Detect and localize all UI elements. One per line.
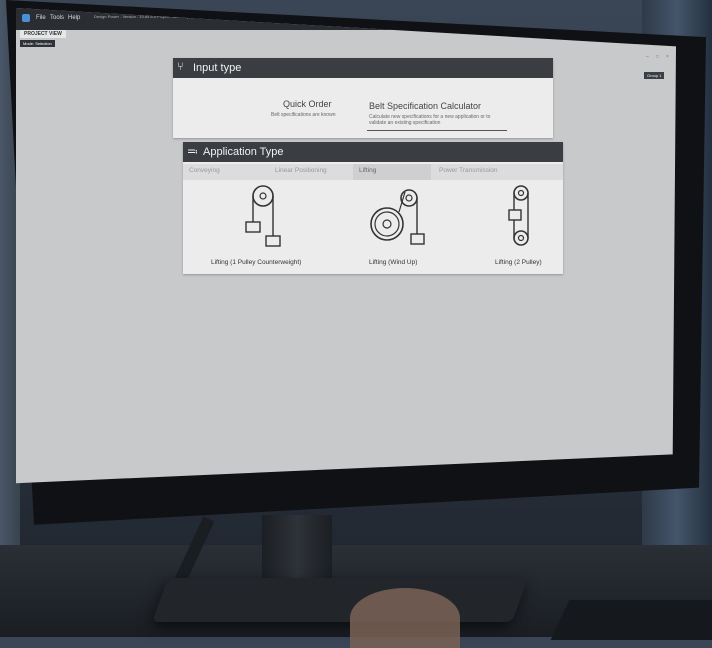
tab-lifting[interactable]: Lifting <box>359 167 376 174</box>
input-type-panel: ⑂ Input type Quick Order Belt specificat… <box>173 58 553 138</box>
application-tabs: Conveying Linear Positioning Lifting Pow… <box>183 164 563 180</box>
group-button[interactable]: Group 1 <box>644 72 665 79</box>
mode-selection-badge: Mode: Selection <box>20 40 55 47</box>
list-filter-icon: ≕ <box>187 146 198 158</box>
keyboard <box>550 600 712 640</box>
calculator-desc-line2: validate an existing specification <box>369 120 441 126</box>
menu-file[interactable]: File <box>36 15 46 21</box>
application-type-panel: ≕ Application Type Conveying Linear Posi… <box>183 142 563 274</box>
hand <box>350 588 460 648</box>
menu-help[interactable]: Help <box>68 15 80 21</box>
wind-up-diagram[interactable] <box>369 184 439 250</box>
quick-order-desc: Belt specifications are known <box>271 112 336 118</box>
input-type-header: ⑂ Input type <box>173 58 553 78</box>
card-label-2-pulley[interactable]: Lifting (2 Pulley) <box>495 259 542 266</box>
application-type-header: ≕ Application Type <box>183 142 563 162</box>
tab-conveying[interactable]: Conveying <box>189 167 220 174</box>
maximize-icon[interactable]: □ <box>656 54 659 60</box>
pulley-counterweight-diagram[interactable] <box>235 184 295 250</box>
minimize-icon[interactable]: – <box>646 54 649 60</box>
fork-icon: ⑂ <box>177 61 184 73</box>
calculator-selected-underline <box>367 130 507 131</box>
card-label-1-pulley-counterweight[interactable]: Lifting (1 Pulley Counterweight) <box>211 259 301 266</box>
monitor-stand-base <box>151 578 529 622</box>
quick-order-title[interactable]: Quick Order <box>283 99 332 109</box>
calculator-title[interactable]: Belt Specification Calculator <box>369 101 481 111</box>
card-label-wind-up[interactable]: Lifting (Wind Up) <box>369 259 417 266</box>
input-type-heading: Input type <box>193 62 242 74</box>
project-view-tab[interactable]: PROJECT VIEW <box>20 30 66 38</box>
close-icon[interactable]: × <box>666 54 669 60</box>
monitor-stand-neck <box>262 515 332 585</box>
app-screen: File Tools Help Design Power - Version -… <box>16 8 676 484</box>
app-icon <box>22 14 30 22</box>
menu-tools[interactable]: Tools <box>50 15 64 21</box>
application-type-heading: Application Type <box>203 146 284 158</box>
tab-linear-positioning[interactable]: Linear Positioning <box>275 167 327 174</box>
two-pulley-diagram[interactable] <box>501 184 541 250</box>
tab-power-transmission[interactable]: Power Transmission <box>439 167 498 174</box>
